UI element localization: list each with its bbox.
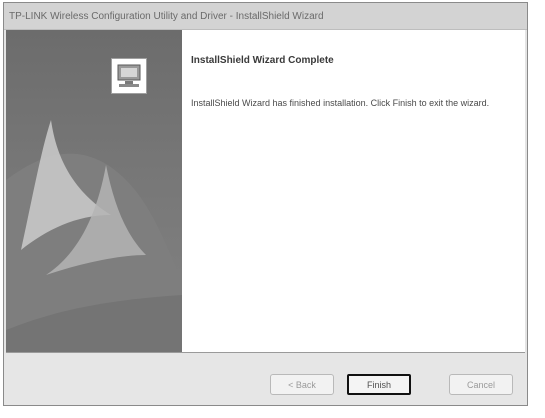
side-banner <box>6 30 182 352</box>
banner-artwork <box>6 120 182 352</box>
completion-message: InstallShield Wizard has finished instal… <box>191 98 490 108</box>
setup-computer-icon <box>111 58 147 94</box>
installer-window: TP-LINK Wireless Configuration Utility a… <box>3 2 528 406</box>
title-bar[interactable]: TP-LINK Wireless Configuration Utility a… <box>4 3 527 30</box>
wizard-content: InstallShield Wizard Complete InstallShi… <box>6 30 525 353</box>
wizard-heading: InstallShield Wizard Complete <box>191 55 334 66</box>
window-title: TP-LINK Wireless Configuration Utility a… <box>9 10 324 22</box>
back-button[interactable]: < Back <box>270 374 334 395</box>
finish-button[interactable]: Finish <box>347 374 411 395</box>
cancel-button[interactable]: Cancel <box>449 374 513 395</box>
